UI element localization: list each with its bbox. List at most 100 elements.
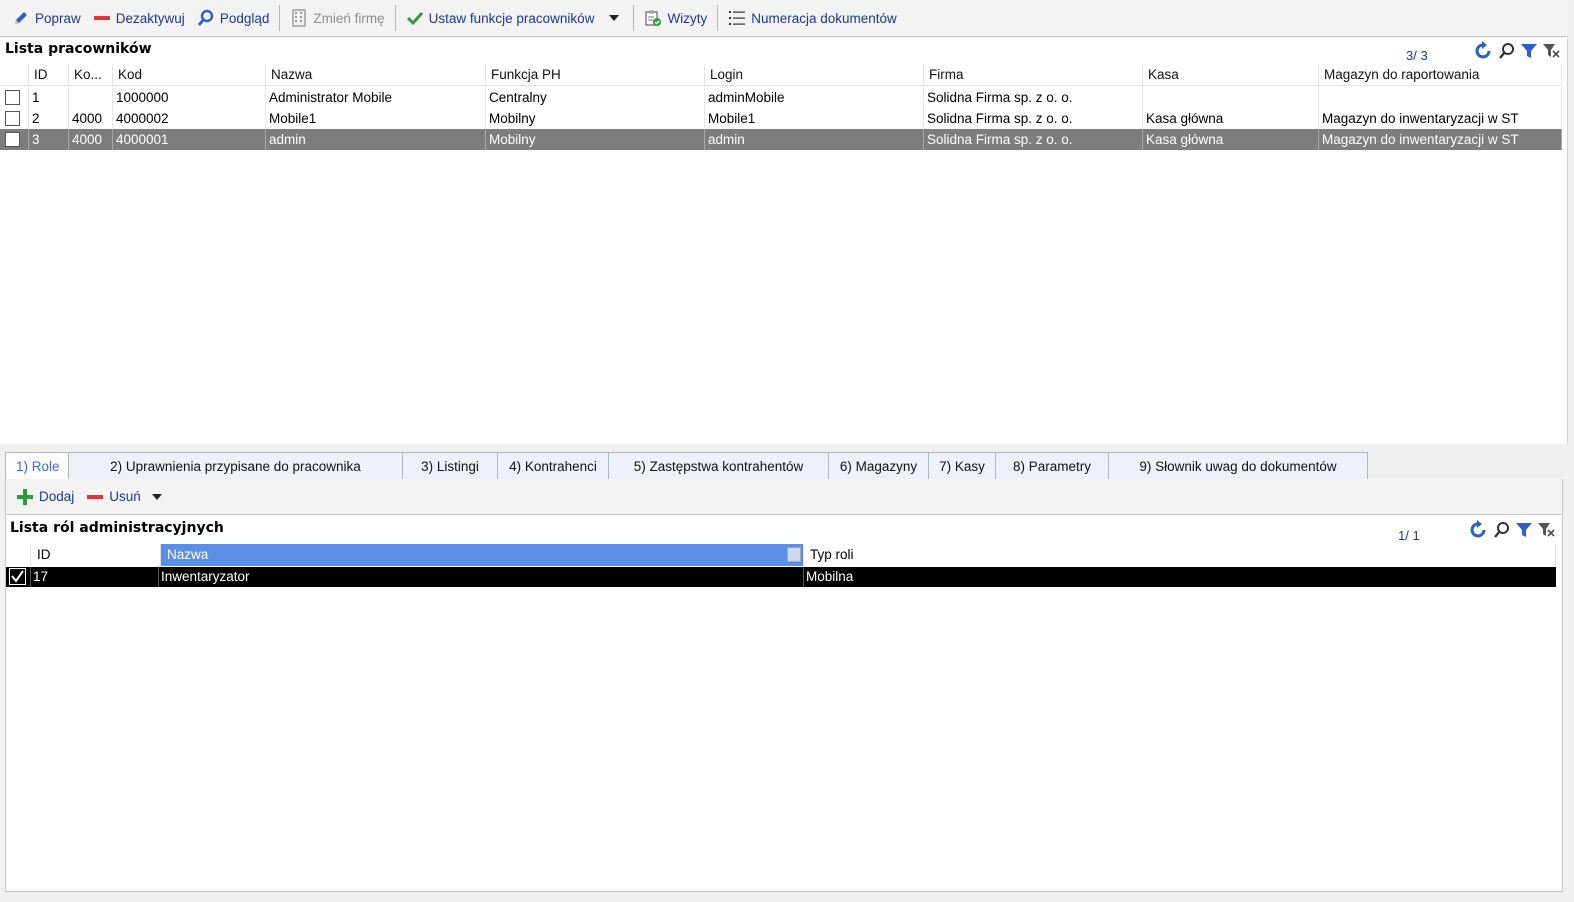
employees-grid-header: ID Ko... Kod Nazwa Funkcja PH Login Firm… xyxy=(0,64,1562,86)
tab-zastepstwa[interactable]: 5) Zastępstwa kontrahentów xyxy=(609,452,829,480)
cell-magazyn: Magazyn do inwentaryzacji w ST xyxy=(1319,129,1562,150)
cell-kasa: Kasa główna xyxy=(1143,108,1319,129)
header-nazwa[interactable]: Nazwa xyxy=(266,64,486,85)
header-login[interactable]: Login xyxy=(705,64,924,85)
header-ko[interactable]: Ko... xyxy=(69,64,113,85)
table-row[interactable]: 1 1000000 Administrator Mobile Centralny… xyxy=(0,87,1562,108)
refresh-icon[interactable] xyxy=(1467,519,1489,544)
header-firma[interactable]: Firma xyxy=(924,64,1143,85)
employees-title: Lista pracowników xyxy=(5,41,152,57)
tab-listingi[interactable]: 3) Listingi xyxy=(403,452,498,480)
clear-filter-icon[interactable] xyxy=(1542,42,1560,63)
header-id[interactable]: ID xyxy=(29,64,69,85)
panel-splitter[interactable] xyxy=(0,444,1574,450)
zmien-firme-button[interactable]: Zmień firmę xyxy=(284,5,390,31)
dodaj-label: Dodaj xyxy=(39,489,75,504)
filter-icon[interactable] xyxy=(1515,521,1533,542)
roles-counter: 1/ 1 xyxy=(1398,528,1420,543)
detail-tabs: 1) Role 2) Uprawnienia przypisane do pra… xyxy=(5,452,1368,480)
podglad-label: Podgląd xyxy=(219,10,270,26)
dropdown-arrow-icon[interactable] xyxy=(609,15,620,21)
cell-kasa: Kasa główna xyxy=(1143,129,1319,150)
numbered-list-icon xyxy=(728,9,746,27)
toolbar-separator xyxy=(633,5,635,31)
cell-id: 17 xyxy=(31,567,159,587)
search-icon[interactable] xyxy=(1498,42,1516,63)
tab-kontrahenci[interactable]: 4) Kontrahenci xyxy=(498,452,609,480)
row-checkbox[interactable] xyxy=(5,132,20,147)
numeracja-button[interactable]: Numeracja dokumentów xyxy=(722,5,903,31)
roles-grid-header: ID Nazwa Typ roli xyxy=(6,544,1556,566)
main-toolbar: Popraw Dezaktywuj Podgląd Zmień firmę Us… xyxy=(0,0,1568,37)
cell-nazwa: Administrator Mobile xyxy=(266,87,486,108)
refresh-icon[interactable] xyxy=(1472,40,1494,65)
cell-login: admin xyxy=(705,129,924,150)
header-id[interactable]: ID xyxy=(31,544,161,566)
cell-typ-roli: Mobilna xyxy=(806,569,854,584)
cell-magazyn xyxy=(1319,87,1562,108)
podglad-button[interactable]: Podgląd xyxy=(191,5,276,31)
dezaktywuj-button[interactable]: Dezaktywuj xyxy=(87,5,191,31)
cell-ko: 4000 xyxy=(69,108,113,129)
tab-parametry[interactable]: 8) Parametry xyxy=(996,452,1109,480)
tab-slownik-uwag[interactable]: 9) Słownik uwag do dokumentów xyxy=(1109,452,1368,480)
cell-ko xyxy=(69,87,113,108)
column-chooser-icon[interactable] xyxy=(787,547,801,562)
roles-panel: Dodaj Usuń Lista ról administracyjnych 1… xyxy=(5,479,1563,892)
clipboard-check-icon xyxy=(644,9,662,27)
search-icon[interactable] xyxy=(1493,521,1511,542)
minus-icon xyxy=(86,488,104,506)
minus-icon xyxy=(93,9,111,27)
tab-uprawnienia[interactable]: 2) Uprawnienia przypisane do pracownika xyxy=(69,452,403,480)
row-checkbox[interactable] xyxy=(5,111,20,126)
header-magazyn[interactable]: Magazyn do raportowania xyxy=(1319,64,1562,85)
header-funkcja-ph[interactable]: Funkcja PH xyxy=(486,64,705,85)
table-row-selected[interactable]: 17 Inwentaryzator Mobilna xyxy=(6,567,1556,587)
ustaw-funkcje-button[interactable]: Ustaw funkcje pracowników xyxy=(400,5,630,31)
cell-id: 3 xyxy=(29,129,69,150)
roles-toolbar: Dodaj Usuń xyxy=(6,479,1562,515)
row-checkbox[interactable] xyxy=(5,90,20,105)
tab-role[interactable]: 1) Role xyxy=(5,452,69,480)
row-checkbox-checked[interactable] xyxy=(9,568,26,585)
ustaw-funkcje-label: Ustaw funkcje pracowników xyxy=(428,10,595,26)
tab-kasy[interactable]: 7) Kasy xyxy=(929,452,996,480)
popraw-label: Popraw xyxy=(35,10,81,26)
magnifier-icon xyxy=(197,9,215,27)
zmien-firme-label: Zmień firmę xyxy=(313,10,385,26)
header-checkbox-col xyxy=(0,64,29,85)
checkmark-icon xyxy=(406,9,424,27)
popraw-button[interactable]: Popraw xyxy=(6,5,87,31)
roles-title: Lista ról administracyjnych xyxy=(10,520,224,536)
toolbar-separator xyxy=(279,5,281,31)
wizyty-button[interactable]: Wizyty xyxy=(638,5,713,31)
header-typ-roli[interactable]: Typ roli xyxy=(804,544,1556,566)
table-row[interactable]: 2 4000 4000002 Mobile1 Mobilny Mobile1 S… xyxy=(0,108,1562,129)
header-checkbox-col xyxy=(6,544,31,566)
cell-funkcja: Centralny xyxy=(486,87,705,108)
dropdown-arrow-icon[interactable] xyxy=(151,493,162,500)
cell-login: adminMobile xyxy=(705,87,924,108)
building-icon xyxy=(290,9,308,27)
usun-button[interactable]: Usuń xyxy=(80,484,172,510)
cell-funkcja: Mobilny xyxy=(486,129,705,150)
numeracja-label: Numeracja dokumentów xyxy=(751,10,897,26)
cell-firma: Solidna Firma sp. z o. o. xyxy=(924,108,1143,129)
cell-login: Mobile1 xyxy=(705,108,924,129)
header-kasa[interactable]: Kasa xyxy=(1143,64,1319,85)
dodaj-button[interactable]: Dodaj xyxy=(10,484,80,510)
filter-icon[interactable] xyxy=(1520,42,1538,63)
pencil-icon xyxy=(12,9,30,27)
cell-nazwa: admin xyxy=(266,129,486,150)
employees-panel: Lista pracowników 3/ 3 ID Ko... Kod Nazw… xyxy=(0,38,1568,444)
header-nazwa[interactable]: Nazwa xyxy=(161,544,804,566)
usun-label: Usuń xyxy=(109,489,141,504)
cell-kod: 4000001 xyxy=(113,129,266,150)
table-row-selected[interactable]: 3 4000 4000001 admin Mobilny admin Solid… xyxy=(0,129,1562,150)
tab-magazyny[interactable]: 6) Magazyny xyxy=(829,452,929,480)
cell-nazwa: Inwentaryzator xyxy=(159,567,804,587)
cell-nazwa: Mobile1 xyxy=(266,108,486,129)
header-kod[interactable]: Kod xyxy=(113,64,266,85)
clear-filter-icon[interactable] xyxy=(1537,521,1555,542)
cell-funkcja: Mobilny xyxy=(486,108,705,129)
